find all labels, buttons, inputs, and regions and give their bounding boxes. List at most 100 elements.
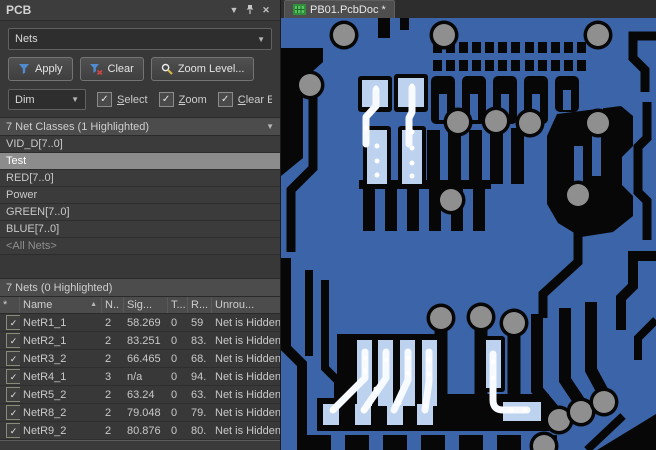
sort-asc-icon: ▲ [90,301,97,308]
panel-title: PCB [6,3,32,17]
net-r: 59 [191,316,204,329]
net-class-item[interactable]: VID_D[7..0] [0,136,280,153]
col-header-nodes[interactable]: N.. [102,297,124,313]
net-unrouted: Net is Hidden [215,316,280,329]
filter-clear-icon [89,64,103,75]
net-name: NetR4_1 [23,370,67,383]
net-nodes: 2 [105,388,112,401]
net-r: 94. [191,370,207,383]
net-classes-list: VID_D[7..0] Test RED[7..0] Power GREEN[7… [0,136,280,255]
table-row[interactable]: ✓ NetR5_2 2 63.24 0 63. Net is Hidden [0,386,280,404]
net-name: NetR9_2 [23,424,67,437]
tab-pcbdoc[interactable]: PB01.PcbDoc * [284,0,395,18]
net-unrouted: Net is Hidden [215,334,280,347]
col-header-unrouted[interactable]: Unrou... [212,297,280,313]
row-checkbox[interactable]: ✓ [6,423,20,438]
net-r: 80. [191,424,207,437]
row-checkbox[interactable]: ✓ [6,333,20,348]
net-signal: 80.876 [127,424,161,437]
select-checkbox[interactable]: ✓ [97,92,112,107]
zoom-checkbox-label: Zoom [178,93,207,106]
col-header-check[interactable]: * [0,297,20,313]
net-r: 79. [191,406,207,419]
nets-table: ✓ NetR1_1 2 58.269 0 59 Net is Hidden ✓ … [0,314,280,440]
chevron-down-icon: ▼ [257,34,265,44]
clear-existing-checkbox[interactable]: ✓ [217,92,233,107]
table-row[interactable]: ✓ NetR9_2 2 80.876 0 80. Net is Hidden [0,422,280,440]
net-unrouted: Net is Hidden [215,388,280,401]
apply-button[interactable]: Apply [8,57,73,81]
net-name: NetR8_2 [23,406,67,419]
filter-icon [19,64,29,74]
net-t: 0 [171,316,178,329]
dim-dropdown[interactable]: Dim ▼ [8,89,86,110]
panel-close-icon[interactable]: ✕ [258,5,274,16]
pcb-canvas[interactable] [281,18,656,450]
row-checkbox[interactable]: ✓ [6,369,20,384]
col-header-name[interactable]: Name ▲ [20,297,102,313]
col-header-r[interactable]: R... [188,297,212,313]
zoom-level-button-label: Zoom Level... [177,63,245,75]
net-class-item[interactable]: RED[7..0] [0,170,280,187]
net-nodes: 2 [105,334,112,347]
table-row[interactable]: ✓ NetR3_2 2 66.465 0 68. Net is Hidden [0,350,280,368]
panel-titlebar: PCB ▼ ✕ [0,0,280,21]
col-header-t[interactable]: T... [168,297,188,313]
chevron-down-icon: ▼ [71,95,79,104]
net-signal: 58.269 [127,316,161,329]
panel-menu-arrow-icon[interactable]: ▼ [226,5,242,15]
panel-mode-dropdown[interactable]: Nets ▼ [8,28,272,50]
net-class-item[interactable]: BLUE[7..0] [0,221,280,238]
clear-existing-checkbox-label: Clear Existing [237,93,272,106]
clear-button[interactable]: Clear [79,57,144,81]
pcb-editor: PB01.PcbDoc * [281,0,656,450]
row-checkbox[interactable]: ✓ [6,315,20,330]
tab-label: PB01.PcbDoc * [310,3,386,16]
pcbdoc-icon [293,4,306,15]
net-unrouted: Net is Hidden [215,352,280,365]
net-nodes: 2 [105,352,112,365]
altium-window: PCB ▼ ✕ Nets ▼ Apply Clear Zoom Level...… [0,0,656,450]
net-t: 0 [171,334,178,347]
table-row[interactable]: ✓ NetR4_1 3 n/a 0 94. Net is Hidden [0,368,280,386]
document-tabbar: PB01.PcbDoc * [281,0,656,18]
net-class-item[interactable]: GREEN[7..0] [0,204,280,221]
net-class-item-selected[interactable]: Test [0,153,280,170]
net-unrouted: Net is Hidden [215,424,280,437]
table-row[interactable]: ✓ NetR2_1 2 83.251 0 83. Net is Hidden [0,332,280,350]
row-checkbox[interactable]: ✓ [6,351,20,366]
net-t: 0 [171,352,178,365]
clear-button-label: Clear [107,63,134,75]
panel-pin-icon[interactable] [242,4,258,17]
magnifier-icon [161,63,173,75]
table-row[interactable]: ✓ NetR1_1 2 58.269 0 59 Net is Hidden [0,314,280,332]
net-nodes: 2 [105,424,112,437]
dim-options-row: Dim ▼ ✓ Select ✓ Zoom ✓ Clear Existing [8,89,272,110]
col-header-signal[interactable]: Sig... [124,297,168,313]
table-row[interactable]: ✓ NetR8_2 2 79.048 0 79. Net is Hidden [0,404,280,422]
net-class-item-all-nets[interactable]: <All Nets> [0,238,280,255]
net-signal: 83.251 [127,334,161,347]
panel-mode-value: Nets [15,33,38,45]
row-checkbox[interactable]: ✓ [6,405,20,420]
net-r: 68. [191,352,207,365]
net-name: NetR1_1 [23,316,67,329]
net-signal: 66.465 [127,352,161,365]
nets-header[interactable]: 7 Nets (0 Highlighted) [0,278,280,297]
zoom-checkbox[interactable]: ✓ [158,92,174,107]
net-signal: 63.24 [127,388,155,401]
row-checkbox[interactable]: ✓ [6,387,20,402]
net-t: 0 [171,388,178,401]
panel-footer-divider [0,440,280,450]
net-unrouted: Net is Hidden [215,370,280,383]
net-name: NetR3_2 [23,352,67,365]
net-r: 63. [191,388,207,401]
zoom-level-button[interactable]: Zoom Level... [150,57,255,81]
net-signal: n/a [127,370,143,383]
dim-value: Dim [15,93,35,106]
net-class-item[interactable]: Power [0,187,280,204]
net-classes-header[interactable]: 7 Net Classes (1 Highlighted) ▼ [0,117,280,136]
nets-header-label: 7 Nets (0 Highlighted) [6,281,113,294]
net-name: NetR5_2 [23,388,67,401]
panel-gap [0,255,280,278]
